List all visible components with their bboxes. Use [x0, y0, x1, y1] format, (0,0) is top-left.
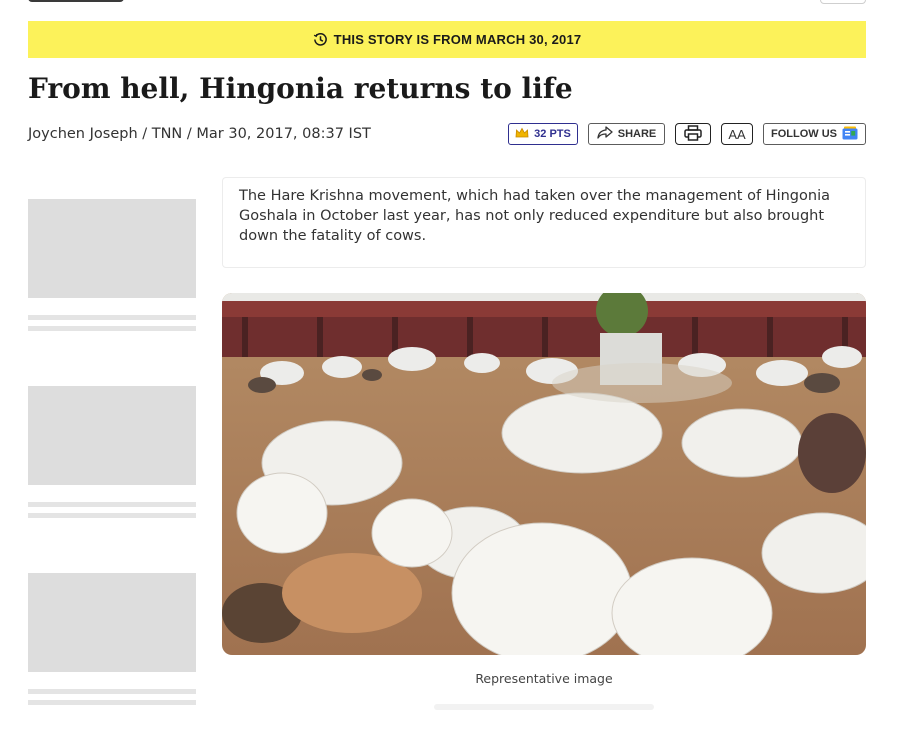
follow-us-button[interactable]: FOLLOW US: [763, 123, 866, 145]
sidebar-placeholder-line: [28, 513, 196, 518]
share-label: SHARE: [617, 128, 657, 140]
sidebar-placeholder-card: [28, 199, 196, 298]
sidebar-placeholder-card: [28, 386, 196, 485]
story-date-text: THIS STORY IS FROM MARCH 30, 2017: [333, 32, 582, 47]
font-size-label: AA: [728, 126, 746, 142]
share-arrow-icon: [597, 126, 613, 142]
top-nav-button-stub[interactable]: [820, 0, 866, 4]
font-size-button[interactable]: AA: [721, 123, 753, 145]
printer-icon: [684, 124, 702, 144]
follow-us-label: FOLLOW US: [771, 128, 837, 140]
caption-placeholder-line: [434, 704, 654, 710]
top-nav-stub: [28, 0, 124, 2]
crown-icon: [515, 127, 529, 142]
print-button[interactable]: [675, 123, 711, 145]
sidebar-placeholder-line: [28, 315, 196, 320]
google-news-icon: [842, 126, 858, 143]
image-caption: Representative image: [475, 671, 613, 686]
sidebar-placeholder-card: [28, 573, 196, 672]
points-label: 32 PTS: [534, 128, 571, 140]
sidebar-placeholder-line: [28, 689, 196, 694]
points-button[interactable]: 32 PTS: [508, 123, 578, 145]
article-summary: The Hare Krishna movement, which had tak…: [222, 177, 866, 268]
article-photo[interactable]: [222, 293, 866, 655]
share-button[interactable]: SHARE: [588, 123, 665, 145]
article-headline: From hell, Hingonia returns to life: [28, 72, 573, 105]
sidebar-placeholder-line: [28, 700, 196, 705]
article-byline: Joychen Joseph / TNN / Mar 30, 2017, 08:…: [28, 126, 371, 142]
story-date-banner: THIS STORY IS FROM MARCH 30, 2017: [28, 21, 866, 58]
history-clock-icon: [313, 32, 328, 47]
sidebar-placeholder-line: [28, 326, 196, 331]
sidebar-placeholder-line: [28, 502, 196, 507]
